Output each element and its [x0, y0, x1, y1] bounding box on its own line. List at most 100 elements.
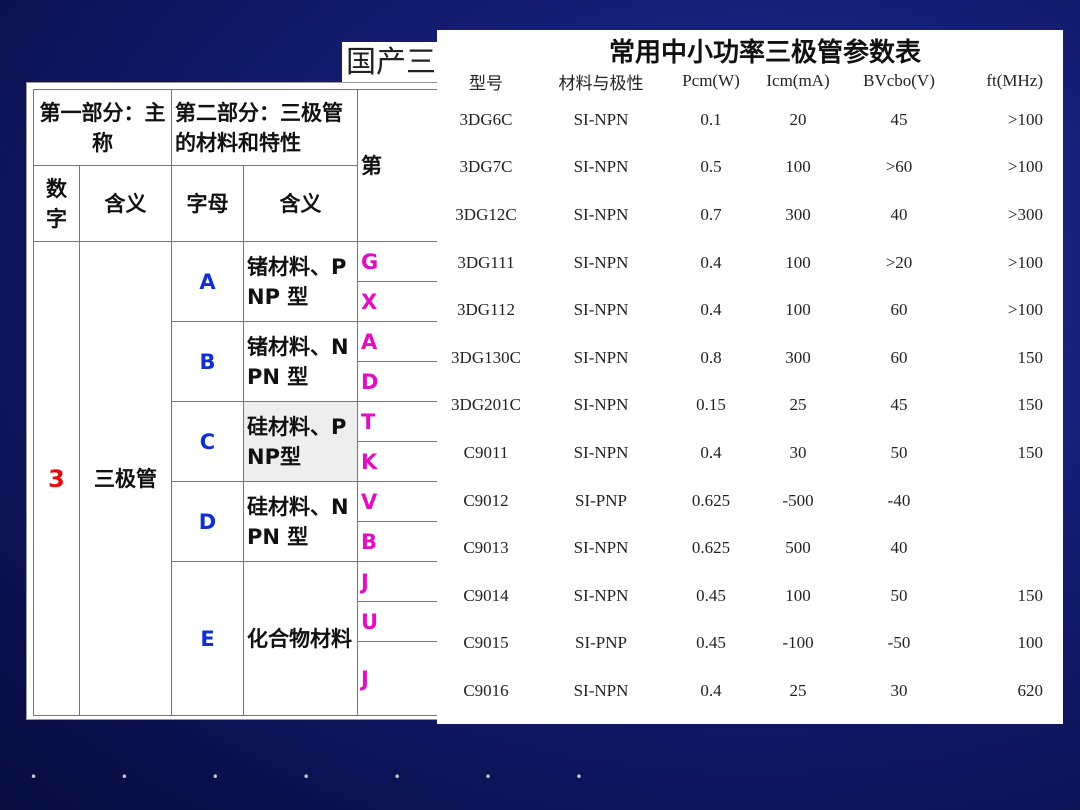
cell-material: SI-NPN: [573, 347, 629, 367]
table-row: 3DG130C SI-NPN 0.8 300 60 150: [437, 334, 1063, 382]
table-row: 3DG12C SI-NPN 0.7 300 40 >300: [437, 191, 1063, 239]
material-letter-c: C: [171, 401, 244, 482]
header-icm: Icm(mA): [766, 71, 830, 90]
params-table-title: 常用中小功率三极管参数表: [608, 38, 921, 68]
header-digit: 数字: [33, 165, 80, 242]
cell-material: SI-NPN: [573, 157, 629, 177]
cell-icm: 300: [785, 204, 811, 224]
header-letter: 字母: [171, 165, 244, 242]
cell-icm: 300: [785, 347, 811, 367]
cell-ft: 150: [1017, 347, 1044, 367]
cell-material: SI-NPN: [573, 300, 629, 320]
cell-model: 3DG7C: [459, 157, 513, 177]
sub-letter: D: [357, 361, 445, 402]
part3-header: 第: [357, 89, 445, 242]
cell-icm: 100: [785, 252, 811, 272]
table-row: C9012 SI-PNP 0.625 -500 -40: [437, 477, 1063, 525]
cell-pcm: 0.625: [691, 490, 731, 510]
table-row: C9011 SI-NPN 0.4 30 50 150: [437, 429, 1063, 477]
cell-pcm: 0.7: [700, 204, 722, 224]
decorative-dots: • • • • • • •: [30, 770, 623, 784]
cell-pcm: 0.5: [700, 157, 722, 177]
cell-icm: -100: [782, 633, 814, 653]
cell-model: C9011: [463, 442, 509, 462]
cell-model: C9014: [463, 585, 509, 605]
material-meaning-e: 化合物材料: [243, 561, 358, 716]
naming-rules-table: 第一部分：主称 第二部分：三极管的材料和特性 第 数字 含义 字母 含义 3 三…: [33, 89, 445, 716]
table-row: 3DG201C SI-NPN 0.15 25 45 150: [437, 382, 1063, 430]
cell-ft: [957, 524, 1063, 572]
cell-icm: 500: [785, 538, 811, 558]
cell-material: SI-PNP: [575, 490, 627, 510]
cell-model: C9018: [437, 715, 535, 724]
cell-bvcbo: >60: [885, 157, 913, 177]
cell-icm: 25: [789, 395, 807, 415]
cell-model: 3DG12C: [455, 204, 517, 224]
cell-ft: [957, 477, 1063, 525]
cell-ft: 620: [1017, 680, 1044, 700]
cell-bvcbo: 30: [890, 680, 908, 700]
cell-material: SI-PNP: [575, 633, 627, 653]
cell-icm: 30: [789, 442, 807, 462]
slide-title: 国产三: [342, 42, 452, 84]
cell-bvcbo: 45: [890, 109, 908, 129]
cell-ft: 150: [1017, 395, 1044, 415]
table-row: C9018SI-NPN0.450301.1G: [437, 715, 1063, 724]
cell-pcm: 0.15: [696, 395, 726, 415]
material-meaning-b: 锗材料、NPN 型: [243, 321, 358, 402]
cell-icm: 25: [789, 680, 807, 700]
transistor-params-table: 型号 材料与极性 Pcm(W) Icm(mA) BVcbo(V) ft(MHz)…: [437, 66, 1063, 724]
cell-model: C9012: [463, 490, 509, 510]
cell-ft: 150: [1017, 442, 1044, 462]
sub-letter: V: [357, 481, 445, 522]
sub-letter: G: [357, 241, 445, 282]
cell-model: 3DG111: [457, 252, 515, 272]
number-meaning: 三极管: [79, 241, 172, 716]
cell-pcm: 0.625: [691, 538, 731, 558]
cell-icm: 100: [785, 157, 811, 177]
sub-letter: U: [357, 601, 445, 642]
cell-material: SI-NPN: [573, 442, 629, 462]
cell-pcm: 0.4: [700, 252, 722, 272]
cell-model: C9013: [463, 538, 509, 558]
cell-bvcbo: 45: [890, 395, 908, 415]
sub-letter: X: [357, 281, 445, 322]
header-ft: ft(MHz): [986, 71, 1043, 90]
table-row: 3DG112 SI-NPN 0.4 100 60 >100: [437, 286, 1063, 334]
cell-material: SI-NPN: [573, 109, 629, 129]
cell-bvcbo: 50: [890, 585, 908, 605]
table-row: C9014 SI-NPN 0.45 100 50 150: [437, 572, 1063, 620]
header-bvcbo: BVcbo(V): [863, 71, 935, 90]
cell-bvcbo: >20: [885, 252, 913, 272]
part2-header: 第二部分：三极管的材料和特性: [171, 89, 358, 166]
cell-pcm: 0.45: [696, 633, 726, 653]
cell-bvcbo: -50: [887, 633, 911, 653]
table-row: 3DG6C SI-NPN 0.1 20 45 >100: [437, 96, 1063, 144]
cell-model: 3DG201C: [451, 395, 521, 415]
cell-icm: -500: [782, 490, 814, 510]
material-meaning-a: 锗材料、PNP 型: [243, 241, 358, 322]
transistor-params-panel: 常用中小功率三极管参数表 型号 材料与极性 Pcm(W) Icm(mA) BVc…: [437, 30, 1063, 724]
sub-letter: T: [357, 401, 445, 442]
sub-letter: J: [357, 561, 445, 602]
sub-letter: A: [357, 321, 445, 362]
header-model: 型号: [469, 73, 503, 93]
number-value: 3: [33, 241, 80, 716]
cell-model: C9015: [463, 633, 509, 653]
cell-ft: 150: [1017, 585, 1044, 605]
material-letter-e: E: [171, 561, 244, 716]
header-meaning-2: 含义: [243, 165, 358, 242]
cell-pcm: 0.4: [700, 680, 722, 700]
header-meaning: 含义: [79, 165, 172, 242]
cell-icm: 100: [785, 585, 811, 605]
table-row: C9015 SI-PNP 0.45 -100 -50 100: [437, 620, 1063, 668]
cell-ft: >300: [1007, 204, 1043, 224]
table-row: 3DG111 SI-NPN 0.4 100 >20 >100: [437, 239, 1063, 287]
part1-header: 第一部分：主称: [33, 89, 172, 166]
cell-material: SI-NPN: [573, 204, 629, 224]
cell-material: SI-NPN: [573, 252, 629, 272]
cell-ft: 1.1G: [957, 715, 1063, 724]
cell-pcm: 0.4: [700, 442, 722, 462]
sub-letter: B: [357, 521, 445, 562]
material-letter-b: B: [171, 321, 244, 402]
